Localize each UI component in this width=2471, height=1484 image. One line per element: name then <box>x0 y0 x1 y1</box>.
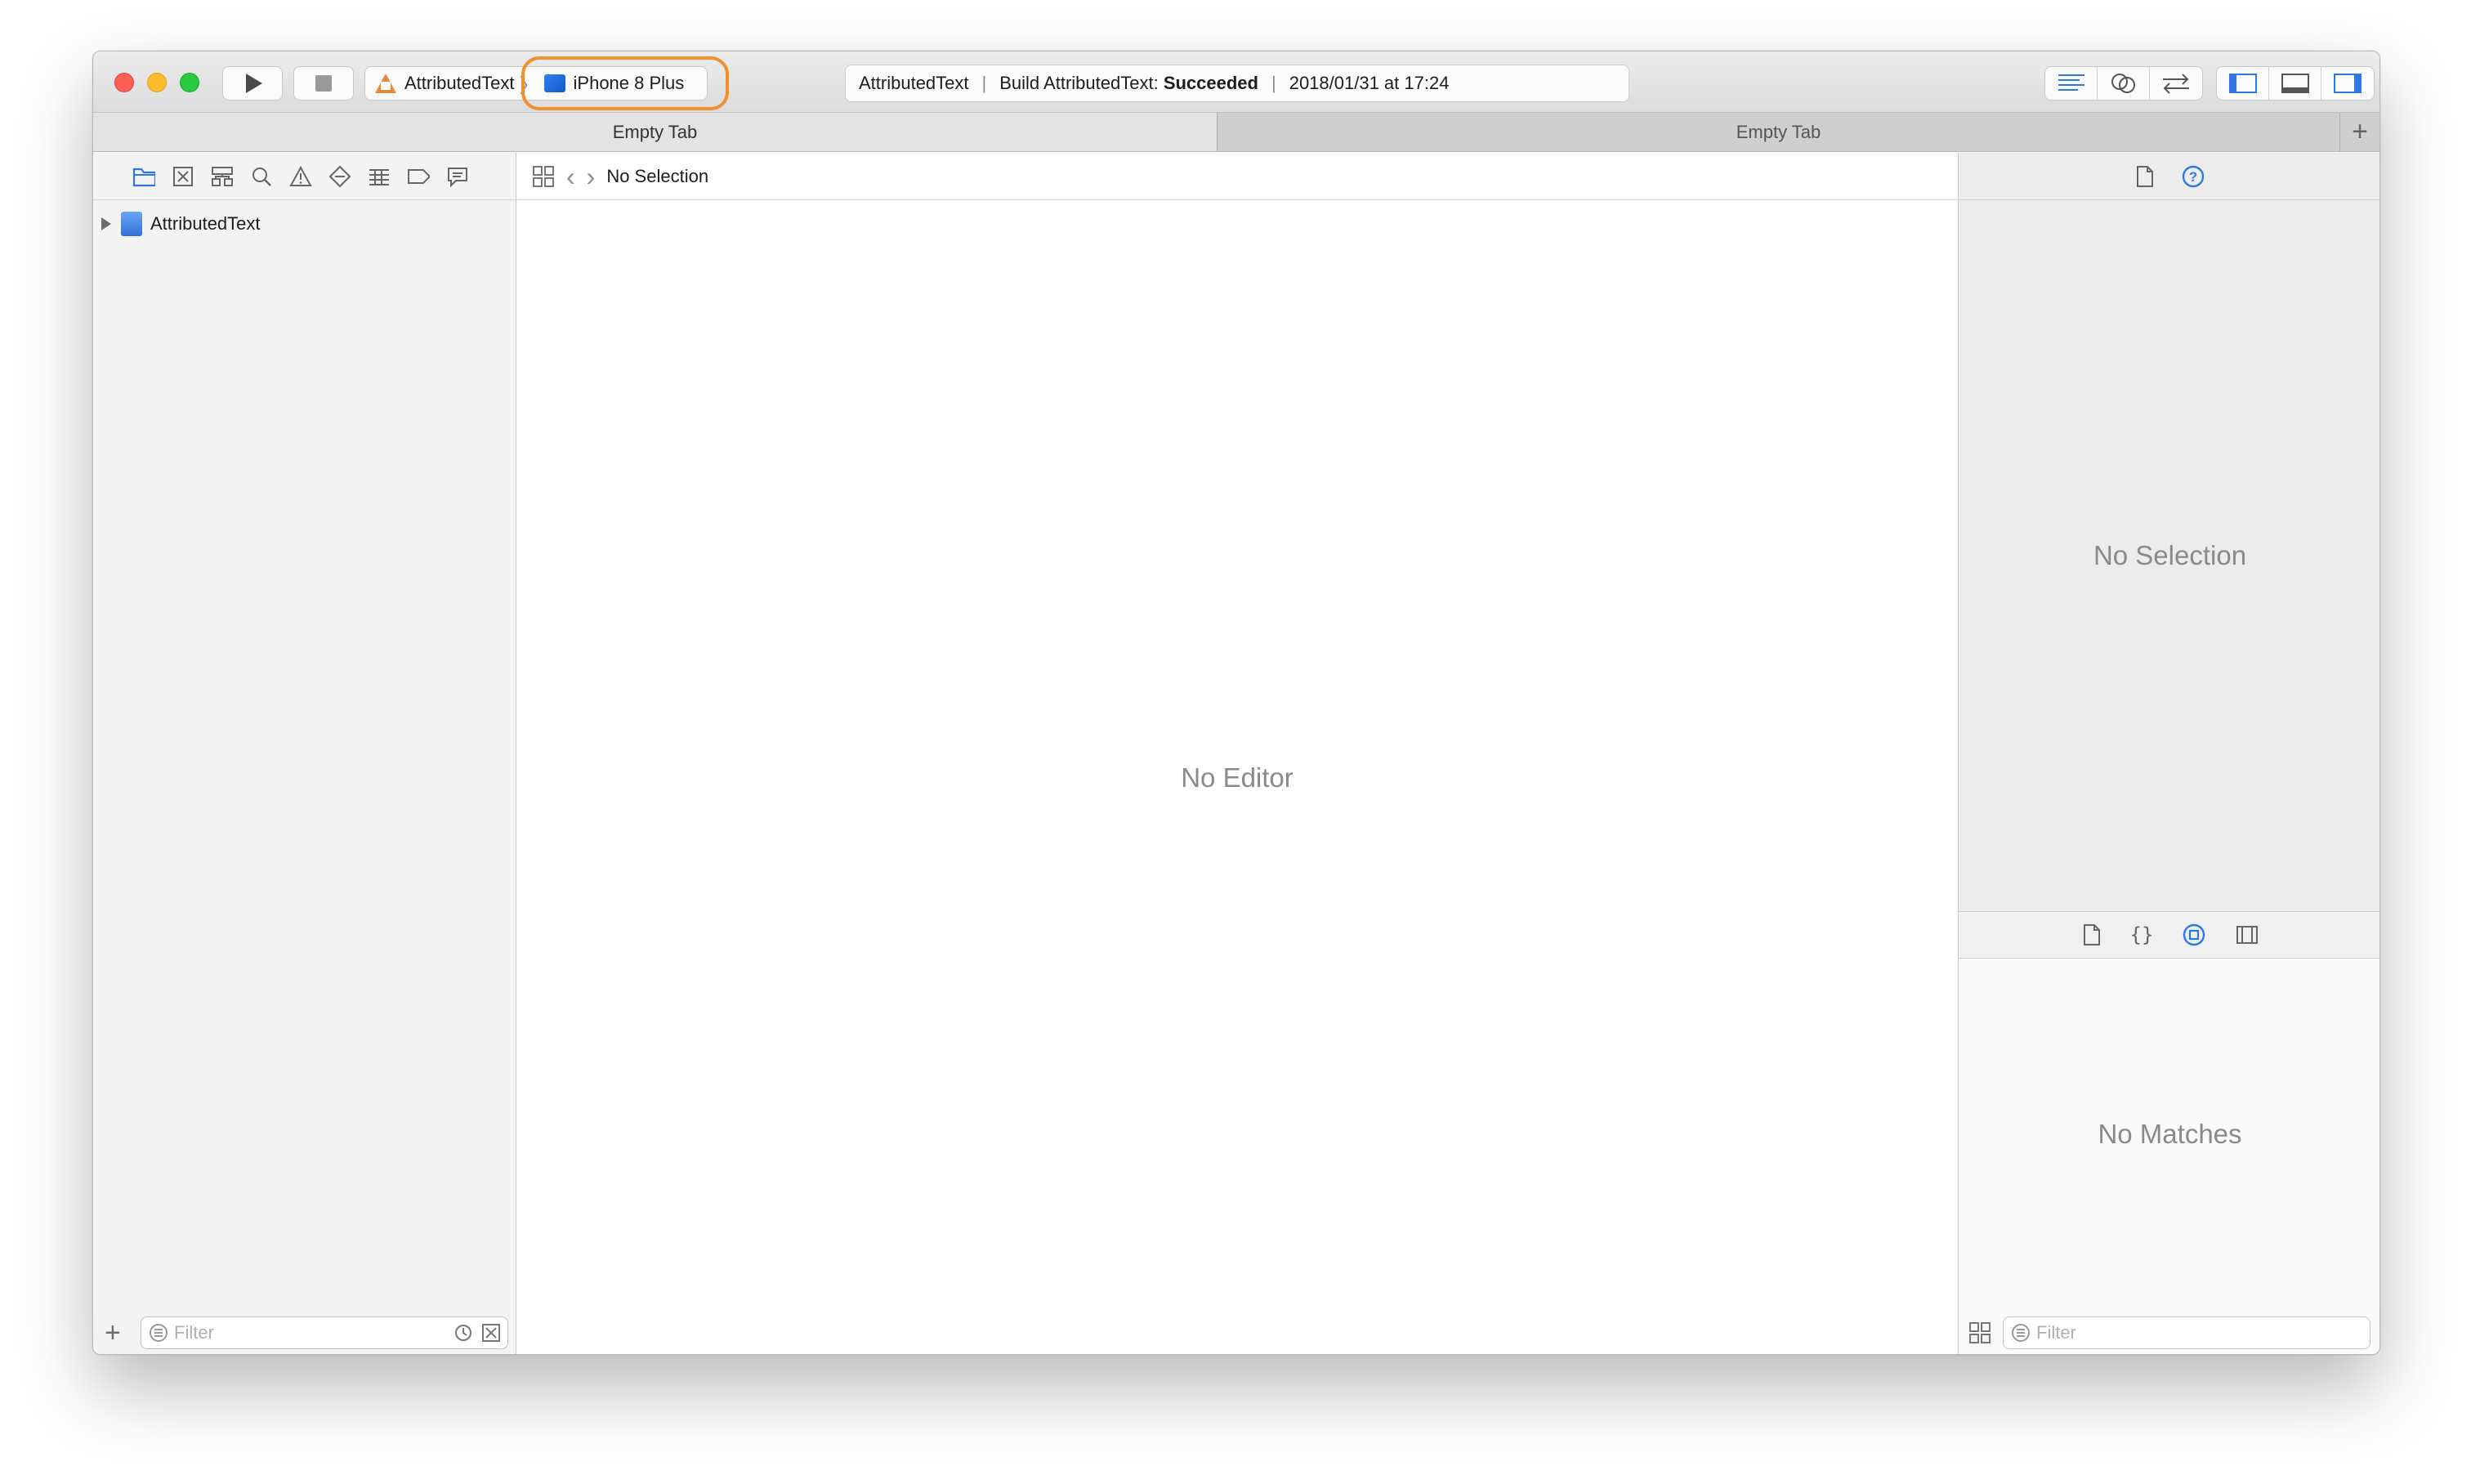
navigator-footer: + Filter <box>93 1310 516 1354</box>
breakpoint-icon[interactable] <box>407 165 430 188</box>
navigator-filter-placeholder: Filter <box>174 1322 214 1343</box>
run-icon <box>246 74 262 93</box>
standard-editor-icon <box>2058 74 2084 91</box>
device-selector-highlight <box>521 56 729 110</box>
navigator-filter-field[interactable]: Filter <box>141 1316 508 1349</box>
library-footer: Filter <box>1959 1310 2379 1354</box>
debug-area-toggle-icon <box>2281 74 2309 93</box>
activity-status: Succeeded <box>1163 73 1258 93</box>
inspector-empty-message: No Selection <box>2093 540 2247 570</box>
svg-text:?: ? <box>2188 169 2196 185</box>
filter-icon <box>150 1324 168 1342</box>
debug-area-toggle-button[interactable] <box>2269 67 2321 100</box>
run-button[interactable] <box>222 66 283 101</box>
version-editor-icon <box>2163 74 2189 94</box>
zoom-window-button[interactable] <box>180 73 199 92</box>
activity-divider: | <box>981 73 987 93</box>
toolbar: AttributedText 〉 iPhone 8 Plus Attribute… <box>93 51 2379 113</box>
project-navigator-icon[interactable] <box>132 165 155 188</box>
navigator-toggle-button[interactable] <box>2217 67 2269 100</box>
source-control-filter-icon[interactable] <box>481 1323 501 1343</box>
issue-icon[interactable] <box>289 165 312 188</box>
app-scheme-icon <box>373 72 398 95</box>
navigator-pane: AttributedText + Filter <box>93 153 516 1354</box>
view-toggle-control <box>2216 66 2375 101</box>
library-empty-message: No Matches <box>1959 959 2379 1310</box>
version-editor-button[interactable] <box>2150 67 2202 100</box>
quick-help-icon[interactable]: ? <box>2181 164 2205 189</box>
no-editor-message: No Editor <box>1181 762 1294 793</box>
tab-bar: Empty Tab Empty Tab + <box>93 113 2379 152</box>
inspector-tab-bar: ? <box>1959 153 2379 200</box>
media-library-icon[interactable] <box>2236 924 2259 945</box>
project-tree-row[interactable]: AttributedText <box>101 212 261 236</box>
test-icon[interactable] <box>328 165 351 188</box>
svg-text:{}: {} <box>2131 923 2152 946</box>
stop-button[interactable] <box>293 66 354 101</box>
scheme-name[interactable]: AttributedText <box>404 73 515 94</box>
activity-divider-2: | <box>1271 73 1276 93</box>
standard-editor-button[interactable] <box>2045 67 2098 100</box>
add-tab-button[interactable]: + <box>2340 113 2379 151</box>
file-inspector-icon[interactable] <box>2135 165 2155 188</box>
activity-viewer: AttributedText | Build AttributedText: S… <box>845 65 1629 102</box>
close-window-button[interactable] <box>114 73 134 92</box>
report-icon[interactable] <box>446 165 469 188</box>
filter-options <box>454 1323 501 1343</box>
disclosure-triangle-icon[interactable] <box>101 217 111 230</box>
navigator-tab-bar <box>93 153 516 200</box>
activity-build-label: Build AttributedText: <box>999 73 1159 93</box>
project-name: AttributedText <box>150 213 261 234</box>
recent-files-icon[interactable] <box>454 1323 473 1343</box>
stop-icon <box>315 75 332 92</box>
assistant-editor-button[interactable] <box>2098 67 2150 100</box>
minimize-window-button[interactable] <box>147 73 167 92</box>
project-file-icon <box>121 212 142 236</box>
activity-project: AttributedText <box>859 73 969 93</box>
debug-icon[interactable] <box>368 165 391 188</box>
utilities-toggle-button[interactable] <box>2321 67 2374 100</box>
editor-mode-control <box>2044 66 2203 101</box>
code-snippet-icon[interactable]: {} <box>2131 923 2152 946</box>
assistant-editor-icon <box>2111 74 2135 93</box>
activity-timestamp: 2018/01/31 at 17:24 <box>1289 73 1450 93</box>
grid-view-icon[interactable] <box>1968 1321 1991 1344</box>
tab-empty-1[interactable]: Empty Tab <box>93 113 1218 151</box>
navigator-toggle-icon <box>2228 74 2257 93</box>
tab-empty-2[interactable]: Empty Tab <box>1218 113 2340 151</box>
find-icon[interactable] <box>250 165 273 188</box>
utilities-pane: ? No Selection {} No Matches Filter <box>1958 153 2379 1354</box>
library-filter-field[interactable]: Filter <box>2003 1316 2370 1349</box>
library-tab-bar: {} <box>1959 911 2379 959</box>
symbol-navigator-icon[interactable] <box>211 165 234 188</box>
xcode-window: AttributedText 〉 iPhone 8 Plus Attribute… <box>92 51 2380 1355</box>
utilities-toggle-icon <box>2334 74 2362 93</box>
filter-icon <box>2012 1324 2030 1342</box>
object-library-icon[interactable] <box>2182 923 2206 947</box>
file-template-icon[interactable] <box>2082 923 2102 946</box>
library-filter-placeholder: Filter <box>2036 1322 2076 1343</box>
add-file-button[interactable]: + <box>105 1317 129 1349</box>
source-control-icon[interactable] <box>172 165 194 188</box>
editor-area: ‹ › No Selection No Editor <box>517 153 1957 1354</box>
